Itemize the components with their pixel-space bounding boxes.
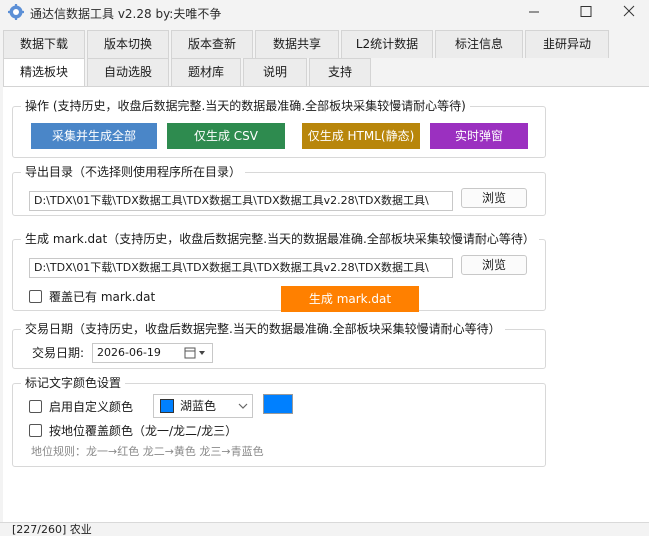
tab-version-check[interactable]: 版本查新 <box>171 30 253 58</box>
trade-date-title: 交易日期（支持历史，收盘后数据完整.当天的数据最准确.全部板块采集较慢请耐心等待… <box>21 322 505 336</box>
trade-date-picker[interactable]: 2026-06-19 <box>92 343 213 363</box>
operations-title: 操作 (支持历史，收盘后数据完整.当天的数据最准确.全部板块采集较慢请耐心等待) <box>21 99 470 113</box>
mark-dat-title: 生成 mark.dat（支持历史，收盘后数据完整.当天的数据最准确.全部板块采集… <box>21 232 539 246</box>
status-bar: [227/260] 农业 <box>0 522 649 536</box>
tab-instructions[interactable]: 说明 <box>243 58 307 86</box>
color-preview-swatch[interactable] <box>263 394 293 414</box>
chevron-down-icon <box>238 403 248 409</box>
main-panel: 操作 (支持历史，收盘后数据完整.当天的数据最准确.全部板块采集较慢请耐心等待)… <box>3 86 649 522</box>
minimize-icon[interactable] <box>511 0 557 26</box>
tab-jiuyan-abnormal[interactable]: 韭研异动 <box>525 30 609 58</box>
export-dir-title: 导出目录（不选择则使用程序所在目录） <box>21 165 246 179</box>
export-dir-group: 导出目录（不选择则使用程序所在目录） D:\TDX\01下载\TDX数据工具\T… <box>12 165 546 216</box>
rank-override-checkbox[interactable] <box>29 424 42 437</box>
generate-mark-button[interactable]: 生成 mark.dat <box>281 286 419 312</box>
title-bar: 通达信数据工具 v2.28 by:夫唯不争 <box>0 0 649 26</box>
operations-group: 操作 (支持历史，收盘后数据完整.当天的数据最准确.全部板块采集较慢请耐心等待)… <box>12 99 546 158</box>
export-browse-button[interactable]: 浏览 <box>461 188 527 208</box>
status-text: [227/260] 农业 <box>12 523 92 536</box>
calendar-dropdown-icon[interactable] <box>184 347 208 359</box>
mark-browse-button[interactable]: 浏览 <box>461 255 527 275</box>
mark-dat-group: 生成 mark.dat（支持历史，收盘后数据完整.当天的数据最准确.全部板块采集… <box>12 232 546 312</box>
tab-data-share[interactable]: 数据共享 <box>255 30 339 58</box>
tab-data-download[interactable]: 数据下载 <box>3 30 85 58</box>
rank-rule-text: 地位规则：龙一→红色 龙二→黄色 龙三→青蓝色 <box>31 445 264 458</box>
custom-color-checkbox[interactable] <box>29 400 42 413</box>
color-select[interactable]: 湖蓝色 <box>153 394 253 418</box>
color-select-value: 湖蓝色 <box>180 399 217 413</box>
csv-only-button[interactable]: 仅生成 CSV <box>167 123 285 149</box>
mark-path-field[interactable]: D:\TDX\01下载\TDX数据工具\TDX数据工具\TDX数据工具v2.28… <box>29 258 453 278</box>
custom-color-label: 启用自定义颜色 <box>49 400 134 414</box>
tab-l2-stats[interactable]: L2统计数据 <box>341 30 433 58</box>
tab-annotation[interactable]: 标注信息 <box>435 30 523 58</box>
tab-featured-sectors[interactable]: 精选板块 <box>3 58 85 87</box>
export-path-field[interactable]: D:\TDX\01下载\TDX数据工具\TDX数据工具\TDX数据工具v2.28… <box>29 191 453 211</box>
maximize-icon[interactable] <box>563 0 609 26</box>
rank-override-label: 按地位覆盖颜色（龙一/龙二/龙三） <box>49 424 238 438</box>
window-title: 通达信数据工具 v2.28 by:夫唯不争 <box>30 7 222 21</box>
tab-support[interactable]: 支持 <box>309 58 371 86</box>
tab-theme-library[interactable]: 题材库 <box>171 58 241 86</box>
overwrite-label: 覆盖已有 mark.dat <box>49 290 156 304</box>
trade-date-group: 交易日期（支持历史，收盘后数据完整.当天的数据最准确.全部板块采集较慢请耐心等待… <box>12 322 546 369</box>
tab-auto-pick[interactable]: 自动选股 <box>87 58 169 86</box>
color-select-swatch <box>160 399 174 413</box>
color-settings-group: 标记文字颜色设置 启用自定义颜色 湖蓝色 按地位覆盖颜色（龙一/龙二/龙三） 地… <box>12 376 546 467</box>
trade-date-label: 交易日期: <box>32 346 85 360</box>
color-settings-title: 标记文字颜色设置 <box>21 376 126 390</box>
realtime-popup-button[interactable]: 实时弹窗 <box>430 123 528 149</box>
collect-all-button[interactable]: 采集并生成全部 <box>31 123 157 149</box>
html-only-button[interactable]: 仅生成 HTML(静态) <box>302 123 420 149</box>
trade-date-value: 2026-06-19 <box>97 346 161 359</box>
overwrite-checkbox[interactable] <box>29 290 42 303</box>
close-icon[interactable] <box>606 0 649 26</box>
app-gear-icon <box>8 4 24 20</box>
tab-version-switch[interactable]: 版本切换 <box>87 30 169 58</box>
